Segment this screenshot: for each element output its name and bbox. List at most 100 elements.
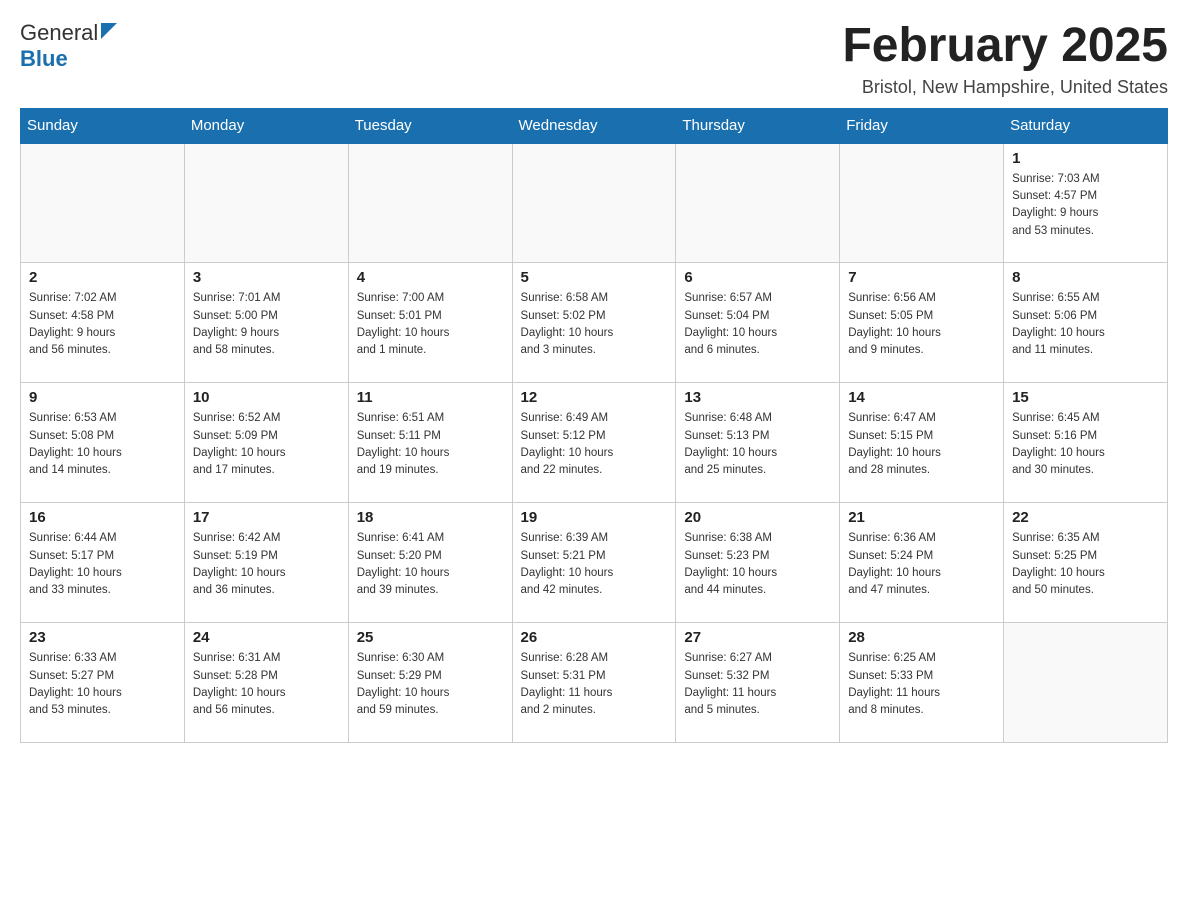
day-number: 15 bbox=[1012, 389, 1159, 406]
calendar-day-cell: 4 Sunrise: 7:00 AM Sunset: 5:01 PM Daylig… bbox=[348, 263, 512, 383]
day-info: Sunrise: 6:27 AM Sunset: 5:32 PM Dayligh… bbox=[684, 650, 831, 719]
day-number: 20 bbox=[684, 509, 831, 526]
day-info: Sunrise: 7:00 AM Sunset: 5:01 PM Dayligh… bbox=[357, 290, 504, 359]
day-number: 26 bbox=[521, 629, 668, 646]
day-info: Sunrise: 6:39 AM Sunset: 5:21 PM Dayligh… bbox=[521, 530, 668, 599]
calendar-week-row: 9 Sunrise: 6:53 AM Sunset: 5:08 PM Daylig… bbox=[21, 383, 1168, 503]
calendar-header-wednesday: Wednesday bbox=[512, 108, 676, 143]
day-number: 5 bbox=[521, 269, 668, 286]
calendar-day-cell: 22 Sunrise: 6:35 AM Sunset: 5:25 PM Dayli… bbox=[1004, 503, 1168, 623]
day-number: 25 bbox=[357, 629, 504, 646]
calendar-day-cell: 7 Sunrise: 6:56 AM Sunset: 5:05 PM Daylig… bbox=[840, 263, 1004, 383]
calendar-day-cell: 24 Sunrise: 6:31 AM Sunset: 5:28 PM Dayli… bbox=[184, 623, 348, 743]
day-number: 4 bbox=[357, 269, 504, 286]
day-number: 1 bbox=[1012, 150, 1159, 167]
page-header: General Blue February 2025 Bristol, New … bbox=[20, 20, 1168, 98]
day-info: Sunrise: 6:28 AM Sunset: 5:31 PM Dayligh… bbox=[521, 650, 668, 719]
day-number: 22 bbox=[1012, 509, 1159, 526]
day-number: 12 bbox=[521, 389, 668, 406]
day-number: 9 bbox=[29, 389, 176, 406]
calendar-header-monday: Monday bbox=[184, 108, 348, 143]
day-info: Sunrise: 6:35 AM Sunset: 5:25 PM Dayligh… bbox=[1012, 530, 1159, 599]
calendar-day-cell: 18 Sunrise: 6:41 AM Sunset: 5:20 PM Dayli… bbox=[348, 503, 512, 623]
day-info: Sunrise: 6:42 AM Sunset: 5:19 PM Dayligh… bbox=[193, 530, 340, 599]
day-info: Sunrise: 6:56 AM Sunset: 5:05 PM Dayligh… bbox=[848, 290, 995, 359]
logo: General Blue bbox=[20, 20, 117, 72]
day-info: Sunrise: 6:51 AM Sunset: 5:11 PM Dayligh… bbox=[357, 410, 504, 479]
day-info: Sunrise: 6:31 AM Sunset: 5:28 PM Dayligh… bbox=[193, 650, 340, 719]
day-number: 19 bbox=[521, 509, 668, 526]
calendar-day-cell: 27 Sunrise: 6:27 AM Sunset: 5:32 PM Dayli… bbox=[676, 623, 840, 743]
calendar-day-cell: 10 Sunrise: 6:52 AM Sunset: 5:09 PM Dayli… bbox=[184, 383, 348, 503]
logo-arrow-icon bbox=[101, 23, 117, 44]
day-info: Sunrise: 6:48 AM Sunset: 5:13 PM Dayligh… bbox=[684, 410, 831, 479]
day-info: Sunrise: 6:30 AM Sunset: 5:29 PM Dayligh… bbox=[357, 650, 504, 719]
calendar-day-cell: 19 Sunrise: 6:39 AM Sunset: 5:21 PM Dayli… bbox=[512, 503, 676, 623]
calendar-table: SundayMondayTuesdayWednesdayThursdayFrid… bbox=[20, 108, 1168, 744]
calendar-day-cell: 25 Sunrise: 6:30 AM Sunset: 5:29 PM Dayli… bbox=[348, 623, 512, 743]
day-number: 10 bbox=[193, 389, 340, 406]
calendar-day-cell bbox=[676, 143, 840, 263]
day-number: 11 bbox=[357, 389, 504, 406]
day-info: Sunrise: 6:47 AM Sunset: 5:15 PM Dayligh… bbox=[848, 410, 995, 479]
calendar-week-row: 2Sunrise: 7:02 AM Sunset: 4:58 PM Daylig… bbox=[21, 263, 1168, 383]
day-info: Sunrise: 7:03 AM Sunset: 4:57 PM Dayligh… bbox=[1012, 171, 1159, 240]
calendar-header-friday: Friday bbox=[840, 108, 1004, 143]
calendar-day-cell bbox=[840, 143, 1004, 263]
day-info: Sunrise: 7:02 AM Sunset: 4:58 PM Dayligh… bbox=[29, 290, 176, 359]
calendar-day-cell bbox=[512, 143, 676, 263]
day-number: 8 bbox=[1012, 269, 1159, 286]
calendar-header-thursday: Thursday bbox=[676, 108, 840, 143]
day-number: 3 bbox=[193, 269, 340, 286]
calendar-day-cell: 12Sunrise: 6:49 AM Sunset: 5:12 PM Dayli… bbox=[512, 383, 676, 503]
day-number: 6 bbox=[684, 269, 831, 286]
day-info: Sunrise: 6:25 AM Sunset: 5:33 PM Dayligh… bbox=[848, 650, 995, 719]
calendar-day-cell bbox=[21, 143, 185, 263]
day-info: Sunrise: 6:44 AM Sunset: 5:17 PM Dayligh… bbox=[29, 530, 176, 599]
calendar-day-cell: 23Sunrise: 6:33 AM Sunset: 5:27 PM Dayli… bbox=[21, 623, 185, 743]
calendar-day-cell: 28 Sunrise: 6:25 AM Sunset: 5:33 PM Dayli… bbox=[840, 623, 1004, 743]
day-number: 24 bbox=[193, 629, 340, 646]
logo-general-text: General bbox=[20, 20, 98, 46]
calendar-week-row: 16 Sunrise: 6:44 AM Sunset: 5:17 PM Dayli… bbox=[21, 503, 1168, 623]
title-block: February 2025 Bristol, New Hampshire, Un… bbox=[842, 20, 1168, 98]
day-info: Sunrise: 6:53 AM Sunset: 5:08 PM Dayligh… bbox=[29, 410, 176, 479]
day-info: Sunrise: 6:52 AM Sunset: 5:09 PM Dayligh… bbox=[193, 410, 340, 479]
calendar-day-cell: 14Sunrise: 6:47 AM Sunset: 5:15 PM Dayli… bbox=[840, 383, 1004, 503]
day-info: Sunrise: 6:57 AM Sunset: 5:04 PM Dayligh… bbox=[684, 290, 831, 359]
calendar-day-cell: 8 Sunrise: 6:55 AM Sunset: 5:06 PM Daylig… bbox=[1004, 263, 1168, 383]
calendar-day-cell: 13 Sunrise: 6:48 AM Sunset: 5:13 PM Dayli… bbox=[676, 383, 840, 503]
day-info: Sunrise: 6:33 AM Sunset: 5:27 PM Dayligh… bbox=[29, 650, 176, 719]
calendar-day-cell: 2Sunrise: 7:02 AM Sunset: 4:58 PM Daylig… bbox=[21, 263, 185, 383]
day-number: 7 bbox=[848, 269, 995, 286]
calendar-day-cell bbox=[1004, 623, 1168, 743]
calendar-header-sunday: Sunday bbox=[21, 108, 185, 143]
day-number: 18 bbox=[357, 509, 504, 526]
month-title: February 2025 bbox=[842, 20, 1168, 73]
calendar-day-cell: 11 Sunrise: 6:51 AM Sunset: 5:11 PM Dayli… bbox=[348, 383, 512, 503]
day-info: Sunrise: 6:38 AM Sunset: 5:23 PM Dayligh… bbox=[684, 530, 831, 599]
day-number: 21 bbox=[848, 509, 995, 526]
day-number: 27 bbox=[684, 629, 831, 646]
calendar-day-cell bbox=[184, 143, 348, 263]
calendar-day-cell: 5Sunrise: 6:58 AM Sunset: 5:02 PM Daylig… bbox=[512, 263, 676, 383]
day-info: Sunrise: 6:41 AM Sunset: 5:20 PM Dayligh… bbox=[357, 530, 504, 599]
day-number: 28 bbox=[848, 629, 995, 646]
calendar-day-cell: 1 Sunrise: 7:03 AM Sunset: 4:57 PM Daylig… bbox=[1004, 143, 1168, 263]
calendar-week-row: 23Sunrise: 6:33 AM Sunset: 5:27 PM Dayli… bbox=[21, 623, 1168, 743]
calendar-day-cell: 9 Sunrise: 6:53 AM Sunset: 5:08 PM Daylig… bbox=[21, 383, 185, 503]
calendar-day-cell bbox=[348, 143, 512, 263]
calendar-day-cell: 21 Sunrise: 6:36 AM Sunset: 5:24 PM Dayli… bbox=[840, 503, 1004, 623]
calendar-week-row: 1 Sunrise: 7:03 AM Sunset: 4:57 PM Daylig… bbox=[21, 143, 1168, 263]
calendar-day-cell: 15Sunrise: 6:45 AM Sunset: 5:16 PM Dayli… bbox=[1004, 383, 1168, 503]
calendar-header-saturday: Saturday bbox=[1004, 108, 1168, 143]
calendar-day-cell: 3 Sunrise: 7:01 AM Sunset: 5:00 PM Daylig… bbox=[184, 263, 348, 383]
day-info: Sunrise: 6:36 AM Sunset: 5:24 PM Dayligh… bbox=[848, 530, 995, 599]
calendar-day-cell: 26 Sunrise: 6:28 AM Sunset: 5:31 PM Dayli… bbox=[512, 623, 676, 743]
day-number: 13 bbox=[684, 389, 831, 406]
logo-blue-text: Blue bbox=[20, 46, 68, 72]
day-number: 17 bbox=[193, 509, 340, 526]
day-info: Sunrise: 7:01 AM Sunset: 5:00 PM Dayligh… bbox=[193, 290, 340, 359]
day-info: Sunrise: 6:55 AM Sunset: 5:06 PM Dayligh… bbox=[1012, 290, 1159, 359]
day-number: 16 bbox=[29, 509, 176, 526]
